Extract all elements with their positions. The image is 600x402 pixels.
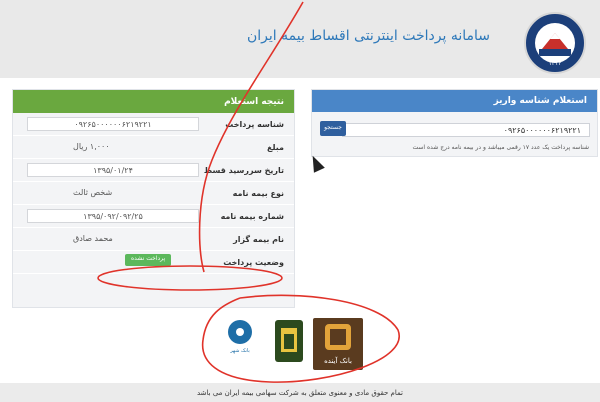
- inquiry-panel-title: استعلام شناسه واریز: [312, 90, 597, 112]
- result-label: وضعیت پرداخت: [223, 258, 284, 267]
- result-row-insurer-name: نام بیمه گزار محمد صادق: [13, 228, 294, 251]
- result-row-due-date: تاریخ سررسید قسط ۱۳۹۵/۰۱/۲۴: [13, 159, 294, 182]
- bank-ayandeh-label: بانک آینده: [324, 357, 352, 365]
- inquiry-panel: استعلام شناسه واریز ۰۹۲۶۵۰۰۰۰۰۰۶۲۱۹۲۲۱ ج…: [311, 89, 598, 157]
- site-footer: تمام حقوق مادی و معنوی متعلق به شرکت سها…: [0, 383, 600, 402]
- result-value: ۱۳۹۵/۰۹۲/۰۹۲/۲۵: [27, 209, 199, 223]
- site-header: ۱۳۱۴ سامانه پرداخت اینترنتی اقساط بیمه ا…: [0, 0, 600, 78]
- result-panel: نتیجه استعلام شناسه پرداخت ۰۹۲۶۵۰۰۰۰۰۰۶۲…: [12, 89, 295, 308]
- search-button[interactable]: جستجو: [320, 121, 346, 136]
- result-row-payment-status: وضعیت پرداخت پرداخت نشده: [13, 251, 294, 274]
- result-row-policy-type: نوع بیمه نامه شخص ثالث: [13, 182, 294, 205]
- result-label: نوع بیمه نامه: [232, 189, 284, 198]
- payment-id-input[interactable]: ۰۹۲۶۵۰۰۰۰۰۰۶۲۱۹۲۲۱: [342, 123, 590, 137]
- bank-shahr-logo[interactable]: بانک شهر: [222, 320, 258, 360]
- bank-ayandeh-logo[interactable]: بانک آینده: [313, 318, 363, 370]
- bank-shahr-label: بانک شهر: [230, 348, 250, 354]
- result-row-payment-id: شناسه پرداخت ۰۹۲۶۵۰۰۰۰۰۰۶۲۱۹۲۲۱: [13, 113, 294, 136]
- iran-insurance-logo[interactable]: ۱۳۱۴: [524, 12, 586, 74]
- result-label: نام بیمه گزار: [233, 235, 284, 244]
- payment-status-badge[interactable]: پرداخت نشده: [125, 254, 172, 266]
- result-value: ۱,۰۰۰ ریال: [73, 142, 110, 151]
- page-title: سامانه پرداخت اینترنتی اقساط بیمه ایران: [247, 28, 490, 44]
- wheat-emblem-icon: [281, 328, 297, 352]
- result-value: محمد صادق: [73, 234, 113, 243]
- result-value: ۰۹۲۶۵۰۰۰۰۰۰۶۲۱۹۲۲۱: [27, 117, 199, 131]
- logo-year: ۱۳۱۴: [548, 60, 562, 67]
- result-panel-title: نتیجه استعلام: [13, 90, 294, 113]
- footer-copyright: تمام حقوق مادی و معنوی متعلق به شرکت سها…: [196, 389, 403, 397]
- ayandeh-symbol-icon: [325, 324, 351, 350]
- result-label: شماره بیمه نامه: [220, 212, 284, 221]
- payment-id-hint: شناسه پرداخت یک عدد ۱۷ رقمی میباشد و در …: [412, 144, 589, 151]
- result-value: شخص ثالث: [73, 188, 113, 197]
- result-row-amount: مبلغ ۱,۰۰۰ ریال: [13, 136, 294, 159]
- result-value: ۱۳۹۵/۰۱/۲۴: [27, 163, 199, 177]
- result-row-policy-number: شماره بیمه نامه ۱۳۹۵/۰۹۲/۰۹۲/۲۵: [13, 205, 294, 228]
- mouse-cursor-icon: [308, 154, 324, 172]
- result-label: تاریخ سررسید قسط: [203, 166, 284, 175]
- bank-keshavarzi-logo[interactable]: [275, 320, 303, 362]
- result-label: مبلغ: [267, 143, 284, 152]
- mountain-emblem-icon: [535, 23, 575, 63]
- flower-emblem-icon: [228, 320, 252, 344]
- result-label: شناسه پرداخت: [225, 120, 284, 129]
